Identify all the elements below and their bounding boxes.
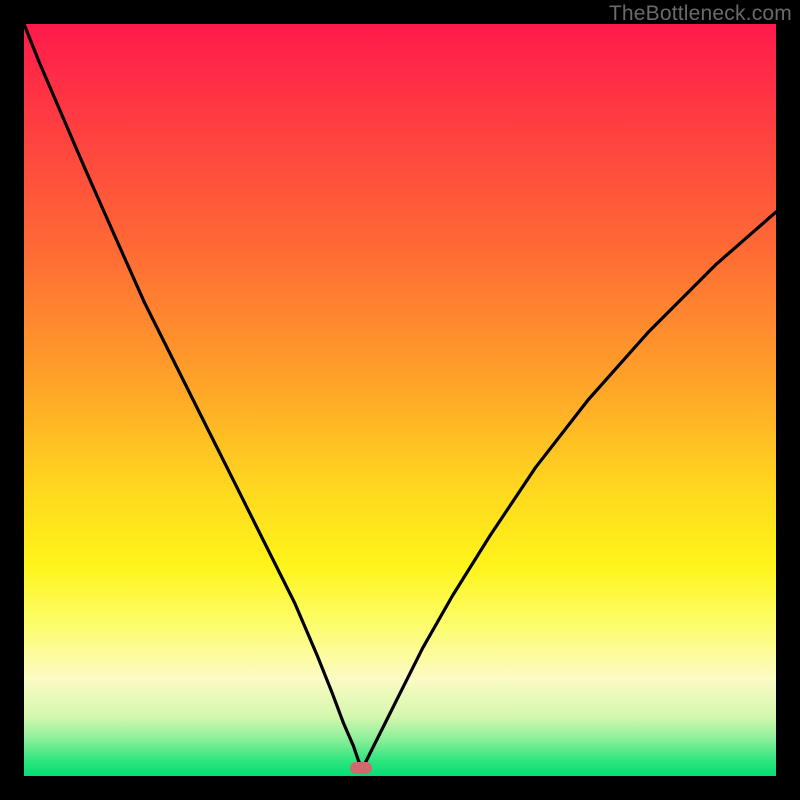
watermark-text: TheBottleneck.com [609,2,792,26]
plot-area [24,24,776,776]
bottleneck-curve [24,24,776,776]
chart-frame: TheBottleneck.com [0,0,800,800]
optimal-marker [350,762,372,774]
